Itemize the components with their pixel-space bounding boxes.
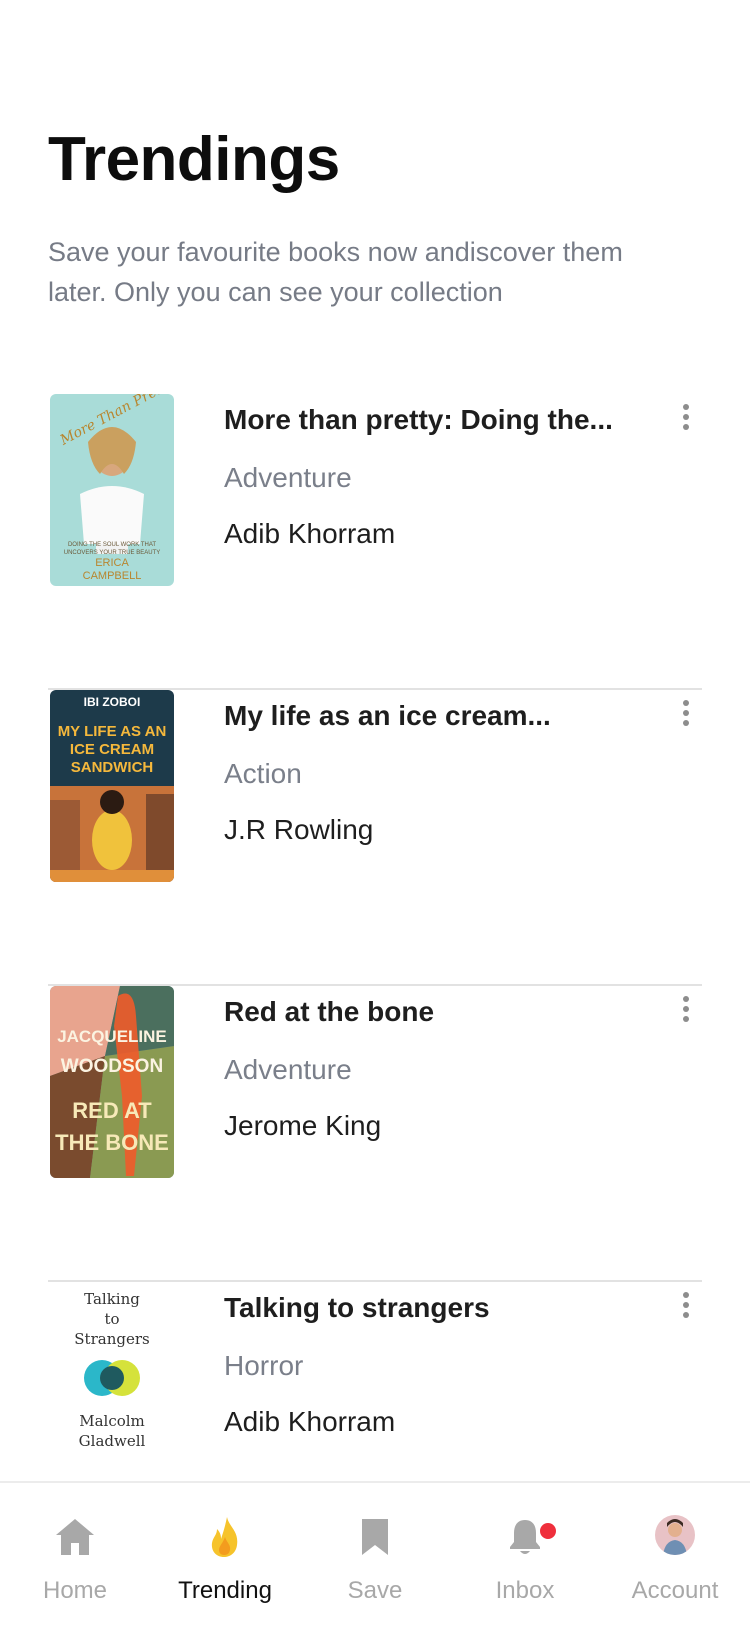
bottom-tab-bar: Home Trending Save Inbox Account [0,1481,750,1626]
svg-text:IBI ZOBOI: IBI ZOBOI [84,695,141,709]
book-item[interactable]: IBI ZOBOI MY LIFE AS AN ICE CREAM SANDWI… [48,690,702,986]
home-icon [56,1519,94,1555]
book-genre: Adventure [224,1054,352,1085]
svg-text:WOODSON: WOODSON [61,1056,163,1077]
book-author: Jerome King [224,1110,382,1141]
svg-text:ICE CREAM: ICE CREAM [70,741,154,758]
svg-text:RED AT: RED AT [72,1098,152,1123]
tab-inbox[interactable]: Inbox [450,1483,600,1626]
tab-save[interactable]: Save [300,1483,450,1626]
svg-text:Talking: Talking [84,1290,140,1308]
svg-text:Gladwell: Gladwell [79,1432,146,1450]
svg-text:THE BONE: THE BONE [55,1130,169,1155]
book-genre: Horror [224,1350,304,1381]
book-title[interactable]: Talking to strangers [224,1292,490,1324]
bookmark-icon [362,1519,388,1555]
tab-label: Home [42,1577,108,1604]
more-options-icon[interactable] [670,400,702,434]
page-title: Trendings [48,125,340,194]
svg-text:ERICA: ERICA [95,557,129,569]
page-subtitle: Save your favourite books now andiscover… [48,237,623,307]
notification-badge [538,1521,558,1541]
book-genre: Action [224,758,302,789]
book-title[interactable]: Red at the bone [224,996,434,1028]
book-cover[interactable]: IBI ZOBOI MY LIFE AS AN ICE CREAM SANDWI… [50,690,174,882]
book-author: J.R Rowling [224,814,374,845]
svg-text:Malcolm: Malcolm [79,1412,145,1430]
svg-text:to: to [104,1310,119,1328]
more-options-icon[interactable] [670,696,702,730]
book-item[interactable]: More Than Pretty DOING THE SOUL WORK THA… [48,394,702,690]
tab-label: Inbox [495,1577,555,1604]
svg-text:Strangers: Strangers [74,1330,149,1348]
book-title[interactable]: More than pretty: Doing the... [224,404,613,436]
svg-text:SANDWICH: SANDWICH [71,759,154,776]
svg-text:MY LIFE AS AN: MY LIFE AS AN [58,723,167,740]
more-options-icon[interactable] [670,1288,702,1322]
tab-account[interactable]: Account [600,1483,750,1626]
tab-label: Trending [178,1577,272,1604]
tab-label: Account [631,1577,719,1604]
book-cover[interactable]: More Than Pretty DOING THE SOUL WORK THA… [50,394,174,586]
svg-text:JACQUELINE: JACQUELINE [57,1027,167,1046]
svg-text:CAMPBELL: CAMPBELL [83,570,142,582]
flame-icon [211,1517,238,1557]
svg-text:DOING THE SOUL WORK THAT: DOING THE SOUL WORK THAT [68,542,156,548]
book-item[interactable]: JACQUELINE WOODSON RED AT THE BONE Red a… [48,986,702,1282]
book-author: Adib Khorram [224,1406,396,1437]
book-title[interactable]: My life as an ice cream... [224,700,551,732]
book-list: More Than Pretty DOING THE SOUL WORK THA… [48,394,702,1576]
book-genre: Adventure [224,462,352,493]
book-cover[interactable]: Talking to Strangers Malcolm Gladwell [50,1282,174,1474]
book-cover[interactable]: JACQUELINE WOODSON RED AT THE BONE [50,986,174,1178]
tab-trending[interactable]: Trending [150,1483,300,1626]
svg-text:UNCOVERS YOUR TRUE BEAUTY: UNCOVERS YOUR TRUE BEAUTY [64,550,160,556]
avatar [655,1515,695,1555]
tab-label: Save [347,1577,403,1604]
book-author: Adib Khorram [224,518,396,549]
tab-home[interactable]: Home [0,1483,150,1626]
more-options-icon[interactable] [670,992,702,1026]
